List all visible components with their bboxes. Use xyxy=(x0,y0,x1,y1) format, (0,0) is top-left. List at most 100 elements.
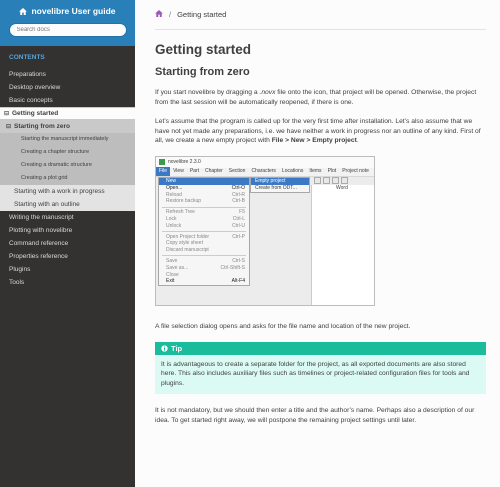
menu-locations: Locations xyxy=(281,168,304,175)
breadcrumb-separator: / xyxy=(169,10,172,19)
file-menu-item: Reload Ctrl-R xyxy=(159,192,249,199)
menu-item-label: Save xyxy=(166,257,178,264)
toc: Preparations Desktop overview Basic conc… xyxy=(0,68,135,289)
toolbar-button-icon xyxy=(314,176,321,184)
toc-item-starting-manuscript[interactable]: Starting the manuscript immediately xyxy=(0,133,135,146)
brand-link[interactable]: novelibre User guide xyxy=(0,6,135,16)
menu-path: File > New > Empty project xyxy=(271,137,357,145)
menu-item-label: Restore backup xyxy=(166,198,202,205)
app-icon xyxy=(159,159,165,166)
file-menu-item: Refresh Tree F5 xyxy=(159,209,249,216)
section-title: Starting from zero xyxy=(155,66,250,78)
tip-title: Tip xyxy=(155,341,486,355)
menu-item-shortcut: Ctrl-S xyxy=(232,257,245,264)
menu-bar: File View Part Chapter Section Characters Loca… xyxy=(156,167,374,177)
menu-item-label: Save as... xyxy=(166,264,189,271)
menu-item-label: Unlock xyxy=(166,222,182,229)
toc-item-desktop-overview[interactable]: Desktop overview xyxy=(0,81,135,94)
menu-item-shortcut: Ctrl-R xyxy=(231,191,245,198)
menu-item-label: Reload xyxy=(166,191,182,198)
file-menu-item: New xyxy=(159,177,249,185)
window-title: novelibre 2.3.0 xyxy=(168,159,201,166)
collapse-icon[interactable]: ⊟ xyxy=(4,109,12,119)
menu-item-label: Open Project folder xyxy=(166,233,210,240)
menu-item-shortcut: Ctrl-O xyxy=(231,184,245,191)
toc-item-getting-started[interactable]: ⊟ Getting started xyxy=(0,107,135,120)
toc-item-chapter-structure[interactable]: Creating a chapter structure xyxy=(0,146,135,159)
file-menu-item: Copy style sheet xyxy=(159,240,249,247)
file-extension: .novx xyxy=(259,89,276,96)
menu-item-label: Lock xyxy=(166,215,177,222)
toc-item-basic-concepts[interactable]: Basic concepts xyxy=(0,94,135,107)
toc-item-outline[interactable]: Starting with an outline xyxy=(0,198,135,211)
file-menu-item: Open Project folder Ctrl-P xyxy=(159,234,249,241)
paragraph-intro: If you start novelibre by dragging a .no… xyxy=(155,88,486,107)
toc-item-plugins[interactable]: Plugins xyxy=(0,263,135,276)
file-menu-item: Unlock Ctrl-U xyxy=(159,223,249,230)
submenu-item-create-from-odt: Create from ODT... xyxy=(255,184,297,191)
toc-item-label: Getting started xyxy=(12,110,59,117)
menu-separator xyxy=(162,255,246,257)
toc-item-dramatic-structure[interactable]: Creating a dramatic structure xyxy=(0,159,135,172)
sidebar: novelibre User guide CONTENTS Preparatio… xyxy=(0,0,135,487)
home-icon[interactable] xyxy=(155,10,163,19)
menu-item-label: Close xyxy=(166,271,179,278)
menu-item-shortcut: Ctrl-U xyxy=(231,222,245,229)
menu-item-shortcut: F5 xyxy=(239,209,245,216)
paragraph-text: If you start novelibre by dragging a xyxy=(155,89,260,96)
contents-caption: CONTENTS xyxy=(9,54,45,61)
file-menu-item: Restore backup Ctrl-B xyxy=(159,198,249,205)
toolbar xyxy=(314,176,348,184)
toc-item-starting-from-zero[interactable]: ⊟ Starting from zero xyxy=(0,120,135,133)
search-input[interactable] xyxy=(8,23,127,37)
menu-item-label: New xyxy=(166,177,177,184)
toc-item-writing-manuscript[interactable]: Writing the manuscript xyxy=(0,211,135,224)
menu-item-label: Open... xyxy=(166,184,183,191)
menu-separator xyxy=(162,206,246,208)
menu-item-label: Discard manuscript xyxy=(166,247,209,254)
menu-item-shortcut: Ctrl-P xyxy=(232,233,245,240)
file-menu-dropdown: New Open... Ctrl-O Reload Ctrl-R Restore back… xyxy=(158,176,250,287)
tip-title-text: Tip xyxy=(171,343,183,353)
menu-separator xyxy=(162,231,246,233)
properties-pane xyxy=(311,184,374,305)
toc-item-properties-reference[interactable]: Properties reference xyxy=(0,250,135,263)
file-menu-item: Close xyxy=(159,272,249,279)
file-menu-item: Lock Ctrl-L xyxy=(159,216,249,223)
toc-item-command-reference[interactable]: Command reference xyxy=(0,237,135,250)
menu-item-shortcut: Ctrl-L xyxy=(232,215,245,222)
collapse-icon[interactable]: ⊟ xyxy=(6,121,14,133)
page-title: Getting started xyxy=(155,42,252,57)
file-menu-item: Discard manuscript xyxy=(159,247,249,254)
tip-text: It is advantageous to create a separate … xyxy=(161,360,470,387)
toc-item-preparations[interactable]: Preparations xyxy=(0,68,135,81)
menu-item-shortcut: Alt-F4 xyxy=(231,278,245,285)
toc-item-plot-grid[interactable]: Creating a plot grid xyxy=(0,172,135,185)
tip-icon xyxy=(161,344,168,352)
menu-item-label: Copy style sheet xyxy=(166,240,203,247)
paragraph-title-author: It is not mandatory, but we should then … xyxy=(155,407,475,424)
submenu-item-empty-project: Empty project xyxy=(251,177,309,185)
word-count-label: Word xyxy=(336,184,348,191)
tip-admonition: Tip It is advantageous to create a separ… xyxy=(155,341,486,395)
breadcrumb: / Getting started xyxy=(155,0,486,30)
file-menu-item: Save Ctrl-S xyxy=(159,258,249,265)
toolbar-button-icon xyxy=(323,176,330,184)
brand-title: novelibre User guide xyxy=(31,6,116,16)
menu-chapter: Chapter xyxy=(204,168,223,175)
main-content: / Getting started Getting started Starti… xyxy=(135,0,500,487)
toc-item-label: Starting from zero xyxy=(14,123,70,130)
menu-items: Items xyxy=(309,168,322,175)
toc-item-tools[interactable]: Tools xyxy=(0,276,135,289)
toc-item-work-in-progress[interactable]: Starting with a work in progress xyxy=(0,185,135,198)
window-titlebar: novelibre 2.3.0 xyxy=(156,156,374,168)
menu-item-label: Refresh Tree xyxy=(166,209,195,216)
menu-plot: Plot xyxy=(327,168,337,175)
menu-part: Part xyxy=(189,168,199,175)
paragraph-file-dialog: A file selection dialog opens and asks f… xyxy=(155,322,411,330)
toolbar-button-icon xyxy=(332,176,339,184)
home-icon xyxy=(19,7,28,15)
toc-item-plotting[interactable]: Plotting with novelibre xyxy=(0,224,135,237)
new-submenu: Empty project Create from ODT... xyxy=(250,176,310,193)
menu-item-shortcut: Ctrl-Shift-S xyxy=(220,264,245,271)
